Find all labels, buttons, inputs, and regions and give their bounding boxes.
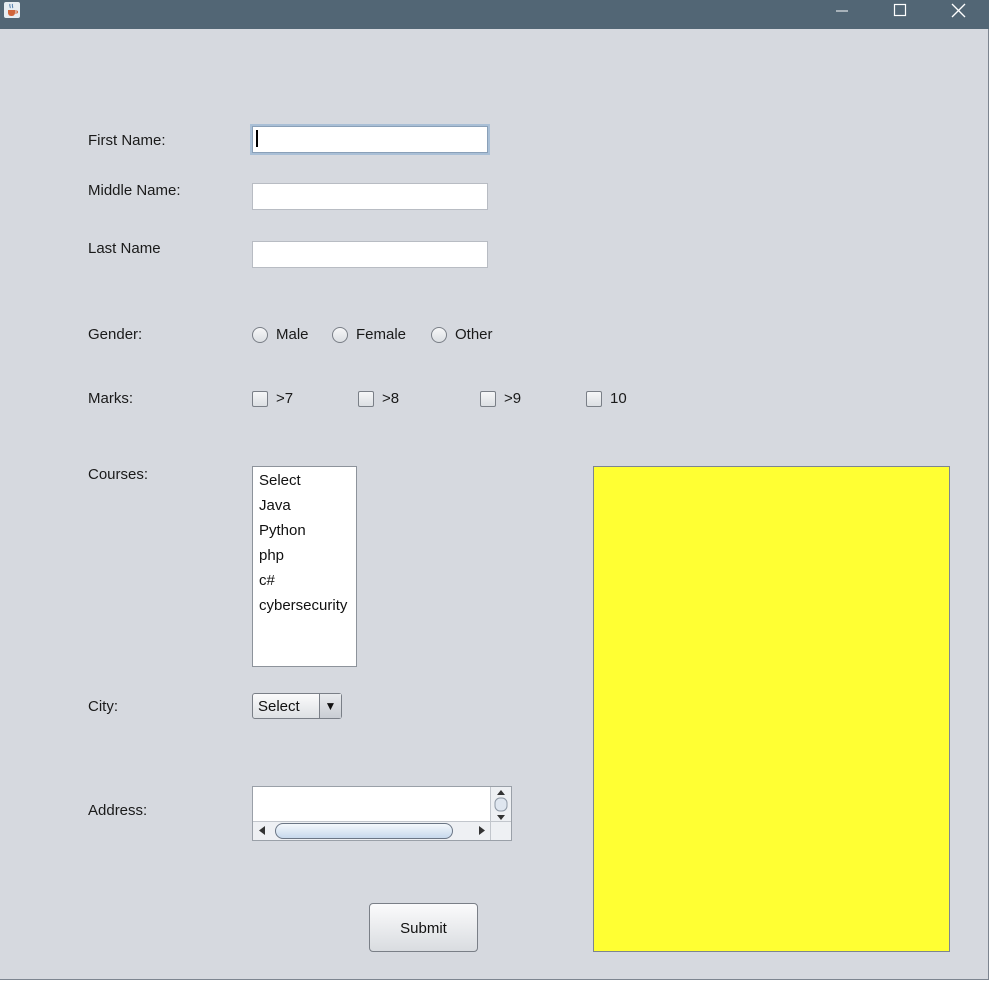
title-bar (0, 0, 989, 29)
scroll-thumb[interactable] (275, 823, 453, 839)
scroll-thumb[interactable] (494, 797, 508, 812)
marks-option-label: >8 (382, 390, 400, 407)
middle-name-field[interactable] (252, 183, 488, 210)
checkbox-icon (358, 390, 374, 407)
maximize-button[interactable] (872, 0, 928, 22)
scrollbar-corner (490, 821, 511, 840)
first-name-label: First Name: (88, 132, 166, 149)
list-item[interactable]: cybersecurity (253, 596, 356, 621)
gender-radio-other[interactable]: Other (431, 326, 493, 343)
java-cup-icon (3, 1, 21, 19)
marks-option-label: >9 (504, 390, 522, 407)
last-name-field[interactable] (252, 241, 488, 268)
gender-option-label: Female (356, 326, 407, 343)
list-item[interactable]: Java (253, 496, 356, 521)
gender-option-label: Other (455, 326, 493, 343)
output-panel (593, 466, 950, 952)
checkbox-icon (480, 390, 496, 407)
scroll-right-arrow-icon[interactable] (479, 826, 485, 835)
last-name-label: Last Name (88, 240, 161, 257)
horizontal-scrollbar[interactable] (253, 821, 492, 840)
gender-radio-female[interactable]: Female (332, 326, 406, 343)
marks-checkbox-gt7[interactable]: >7 (252, 390, 293, 407)
address-label: Address: (88, 802, 148, 819)
checkbox-icon (252, 390, 268, 407)
maximize-icon (893, 3, 907, 17)
marks-option-label: >7 (276, 390, 294, 407)
courses-label: Courses: (88, 466, 149, 483)
marks-checkbox-gt8[interactable]: >8 (358, 390, 399, 407)
list-item[interactable]: Python (253, 521, 356, 546)
submit-button[interactable]: Submit (369, 903, 478, 952)
radio-button-icon (252, 326, 268, 343)
first-name-field[interactable] (250, 124, 490, 155)
city-dropdown[interactable]: Select ▼ (252, 693, 342, 719)
marks-label: Marks: (88, 390, 133, 407)
minimize-button[interactable] (814, 0, 870, 22)
scroll-down-arrow-icon[interactable] (497, 815, 505, 820)
triangle-down-icon[interactable]: ▼ (319, 694, 341, 718)
gender-option-label: Male (276, 326, 309, 343)
marks-checkbox-10[interactable]: 10 (586, 390, 627, 407)
courses-list[interactable]: Select Java Python php c# cybersecurity (252, 466, 357, 667)
list-item[interactable]: Select (253, 471, 356, 496)
text-caret (256, 130, 258, 147)
list-item[interactable]: php (253, 546, 356, 571)
city-label: City: (88, 698, 118, 715)
close-icon (951, 3, 966, 18)
radio-button-icon (431, 326, 447, 343)
middle-name-label: Middle Name: (88, 182, 181, 199)
scroll-up-arrow-icon[interactable] (497, 790, 505, 795)
gender-label: Gender: (88, 326, 143, 343)
city-selected-value: Select (258, 698, 300, 715)
marks-option-label: 10 (610, 390, 627, 407)
close-button[interactable] (930, 0, 986, 22)
app-window: First Name: Middle Name: Last Name Gende… (0, 0, 989, 980)
radio-button-icon (332, 326, 348, 343)
marks-checkbox-gt9[interactable]: >9 (480, 390, 521, 407)
gender-radio-male[interactable]: Male (252, 326, 309, 343)
list-item[interactable]: c# (253, 571, 356, 596)
minimize-icon (836, 10, 848, 12)
vertical-scrollbar[interactable] (490, 787, 511, 823)
scroll-left-arrow-icon[interactable] (259, 826, 265, 835)
checkbox-icon (586, 390, 602, 407)
address-textarea[interactable] (252, 786, 512, 841)
